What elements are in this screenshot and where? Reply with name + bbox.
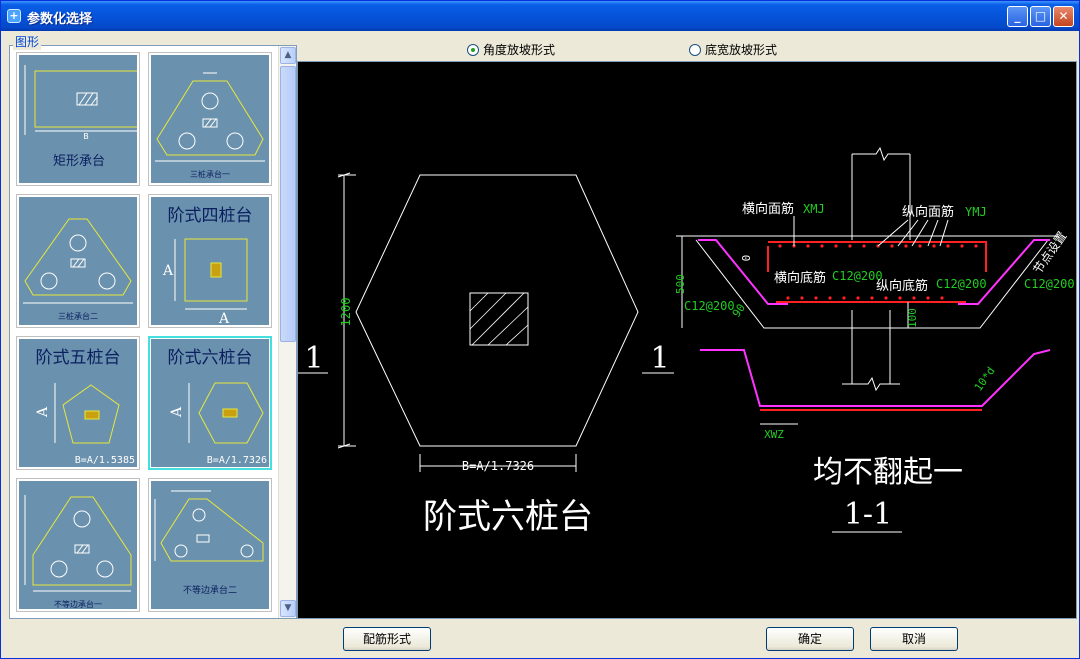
thumb-caption: 阶式五桩台 bbox=[36, 348, 121, 368]
thumb-formula: B=A/1.5385 bbox=[75, 455, 135, 466]
thumb-caption: 阶式四桩台 bbox=[168, 206, 253, 226]
code-xwz: XWZ bbox=[764, 428, 784, 441]
thumb-step-six[interactable]: 阶式六桩台 A B=A/1.7326 bbox=[148, 336, 272, 470]
thumb-dim-a2: A bbox=[218, 311, 230, 325]
app-icon: + bbox=[7, 9, 21, 23]
window-title: 参数化选择 bbox=[27, 12, 93, 27]
button-bar: 配筋形式 确定 取消 bbox=[1, 619, 1079, 659]
dim-500: 500 bbox=[674, 274, 687, 294]
section-title: 1-1 bbox=[844, 497, 892, 532]
dim-width: B=A/1.7326 bbox=[462, 459, 534, 473]
thumb-dim-b: B bbox=[83, 132, 89, 141]
thumb-caption: 不等边承台一 bbox=[54, 599, 102, 609]
section-view: 横向面筋 XMJ 纵向面筋 YMJ 横向底筋 C12@200 纵向底筋 C12@… bbox=[674, 146, 1075, 533]
thumb-caption: 矩形承台 bbox=[53, 154, 105, 169]
thumb-formula: B=A/1.7326 bbox=[207, 455, 267, 466]
title-bar: + 参数化选择 _ □ ✕ bbox=[1, 1, 1079, 31]
thumb-dim-a: A bbox=[162, 263, 174, 279]
thumb-caption: 三桩承台一 bbox=[190, 169, 230, 179]
scroll-up-icon[interactable]: ▲ bbox=[280, 47, 296, 64]
section-mark-right: 1 bbox=[650, 341, 669, 376]
dim-100: 100 bbox=[906, 308, 919, 328]
thumb-dim-a: A bbox=[169, 406, 185, 418]
shape-gallery: B 矩形承台 三桩承台一 三桩承台二 阶式四桩台 A A 阶式五桩台 A B=A… bbox=[9, 45, 297, 619]
drawing-canvas: 1200 B=A/1.7326 1 1 阶式六桩台 横向面筋 XMJ 纵向面筋 … bbox=[297, 61, 1077, 619]
code-bot-y: C12@200 bbox=[936, 277, 987, 291]
dialog-window: + 参数化选择 _ □ ✕ 图形 B 矩形承台 三桩承台一 三桩承台二 阶式四桩… bbox=[0, 0, 1080, 659]
code-bot-x: C12@200 bbox=[832, 269, 883, 283]
code-top-x: XMJ bbox=[803, 202, 825, 216]
thumb-dim-a: A bbox=[35, 406, 51, 418]
radio-width-label: 底宽放坡形式 bbox=[705, 43, 778, 57]
drawing-title: 阶式六桩台 bbox=[423, 497, 593, 537]
thumb-three-pile-2[interactable]: 三桩承台二 bbox=[16, 194, 140, 328]
radio-width-slope[interactable]: 底宽放坡形式 bbox=[689, 41, 777, 58]
label-bot-x: 横向底筋 bbox=[774, 270, 826, 286]
thumb-caption: 不等边承台二 bbox=[183, 584, 237, 596]
thumb-three-pile-1[interactable]: 三桩承台一 bbox=[148, 52, 272, 186]
thumb-caption: 阶式六桩台 bbox=[168, 348, 253, 368]
code-side-left: C12@200 bbox=[684, 299, 735, 313]
gallery-scrollbar[interactable]: ▲ ▼ bbox=[278, 46, 296, 618]
minimize-button[interactable]: _ bbox=[1007, 6, 1028, 27]
rebar-form-button[interactable]: 配筋形式 bbox=[343, 627, 431, 651]
scroll-down-icon[interactable]: ▼ bbox=[280, 600, 296, 617]
thumb-step-four[interactable]: 阶式四桩台 A A bbox=[148, 194, 272, 328]
thumb-unequal-2[interactable]: 不等边承台二 bbox=[148, 478, 272, 612]
section-mark-left: 1 bbox=[304, 341, 323, 376]
radio-unchecked-icon[interactable] bbox=[689, 43, 701, 56]
slope-options: 角度放坡形式 底宽放坡形式 bbox=[297, 33, 1077, 61]
thumb-step-five[interactable]: 阶式五桩台 A B=A/1.5385 bbox=[16, 336, 140, 470]
dim-zero: 0 bbox=[740, 255, 753, 262]
radio-angle-label: 角度放坡形式 bbox=[483, 43, 556, 57]
radio-checked-icon[interactable] bbox=[467, 43, 479, 56]
thumb-unequal-1[interactable]: 不等边承台一 bbox=[16, 478, 140, 612]
code-side-right: C12@200 bbox=[1024, 277, 1075, 291]
radio-angle-slope[interactable]: 角度放坡形式 bbox=[467, 41, 555, 58]
label-top-x: 横向面筋 bbox=[742, 201, 794, 217]
maximize-button[interactable]: □ bbox=[1030, 6, 1051, 27]
thumb-rect-cap[interactable]: B 矩形承台 bbox=[16, 52, 140, 186]
dim-height: 1200 bbox=[339, 298, 353, 327]
label-top-y: 纵向面筋 bbox=[902, 204, 954, 220]
dim-10d: 10*d bbox=[972, 365, 998, 394]
close-button[interactable]: ✕ bbox=[1053, 6, 1074, 27]
thumb-caption: 三桩承台二 bbox=[58, 311, 98, 321]
label-bot-y: 纵向底筋 bbox=[876, 278, 928, 294]
note-text: 均不翻起一 bbox=[813, 455, 963, 490]
plan-view: 1200 B=A/1.7326 1 1 阶式六桩台 bbox=[298, 172, 674, 537]
cancel-button[interactable]: 取消 bbox=[870, 627, 958, 651]
code-top-y: YMJ bbox=[965, 205, 987, 219]
scroll-thumb[interactable] bbox=[280, 66, 296, 342]
group-label: 图形 bbox=[13, 33, 42, 50]
shape-panel: 图形 B 矩形承台 三桩承台一 三桩承台二 阶式四桩台 A A 阶式五桩台 A … bbox=[5, 33, 297, 619]
ok-button[interactable]: 确定 bbox=[766, 627, 854, 651]
